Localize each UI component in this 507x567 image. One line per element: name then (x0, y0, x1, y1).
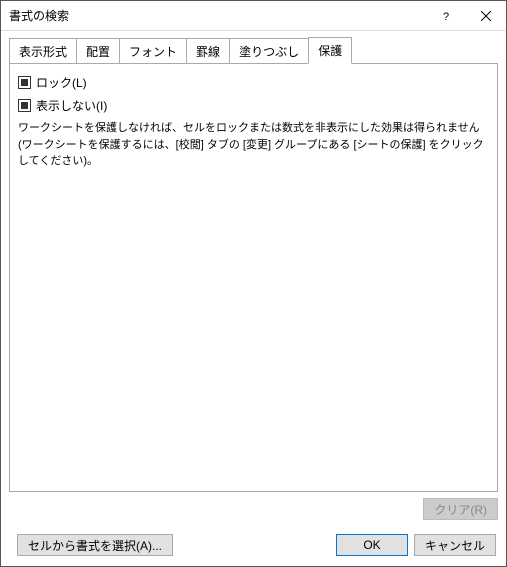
protection-note: ワークシートを保護しなければ、セルをロックまたは数式を非表示にした効果は得られま… (18, 120, 489, 170)
tab-strip: 表示形式 配置 フォント 罫線 塗りつぶし 保護 (9, 37, 498, 63)
choose-format-from-cell-button[interactable]: セルから書式を選択(A)... (17, 534, 173, 556)
hidden-row: 表示しない(I) (18, 97, 489, 114)
dialog-footer: セルから書式を選択(A)... OK キャンセル (1, 524, 506, 566)
cancel-button[interactable]: キャンセル (414, 534, 496, 556)
clear-button[interactable]: クリア(R) (423, 498, 498, 520)
lock-checkbox[interactable] (18, 76, 31, 89)
checkbox-indeterminate-icon (21, 79, 28, 86)
hidden-label: 表示しない(I) (36, 97, 107, 114)
checkbox-indeterminate-icon (21, 102, 28, 109)
tab-fill[interactable]: 塗りつぶし (229, 38, 309, 64)
tab-border[interactable]: 罫線 (186, 38, 230, 64)
tab-panel-protection: ロック(L) 表示しない(I) ワークシートを保護しなければ、セルをロックまたは… (9, 63, 498, 492)
tab-font[interactable]: フォント (119, 38, 187, 64)
hidden-checkbox[interactable] (18, 99, 31, 112)
svg-text:?: ? (443, 11, 449, 21)
lock-row: ロック(L) (18, 74, 489, 91)
tab-alignment[interactable]: 配置 (76, 38, 120, 64)
tab-number-format[interactable]: 表示形式 (9, 38, 77, 64)
tab-protection[interactable]: 保護 (308, 37, 352, 64)
titlebar: 書式の検索 ? (1, 1, 506, 31)
lock-label: ロック(L) (36, 74, 87, 91)
help-button[interactable]: ? (426, 1, 466, 31)
close-button[interactable] (466, 1, 506, 31)
close-icon (481, 11, 491, 21)
ok-button[interactable]: OK (336, 534, 408, 556)
window-title: 書式の検索 (9, 7, 426, 24)
